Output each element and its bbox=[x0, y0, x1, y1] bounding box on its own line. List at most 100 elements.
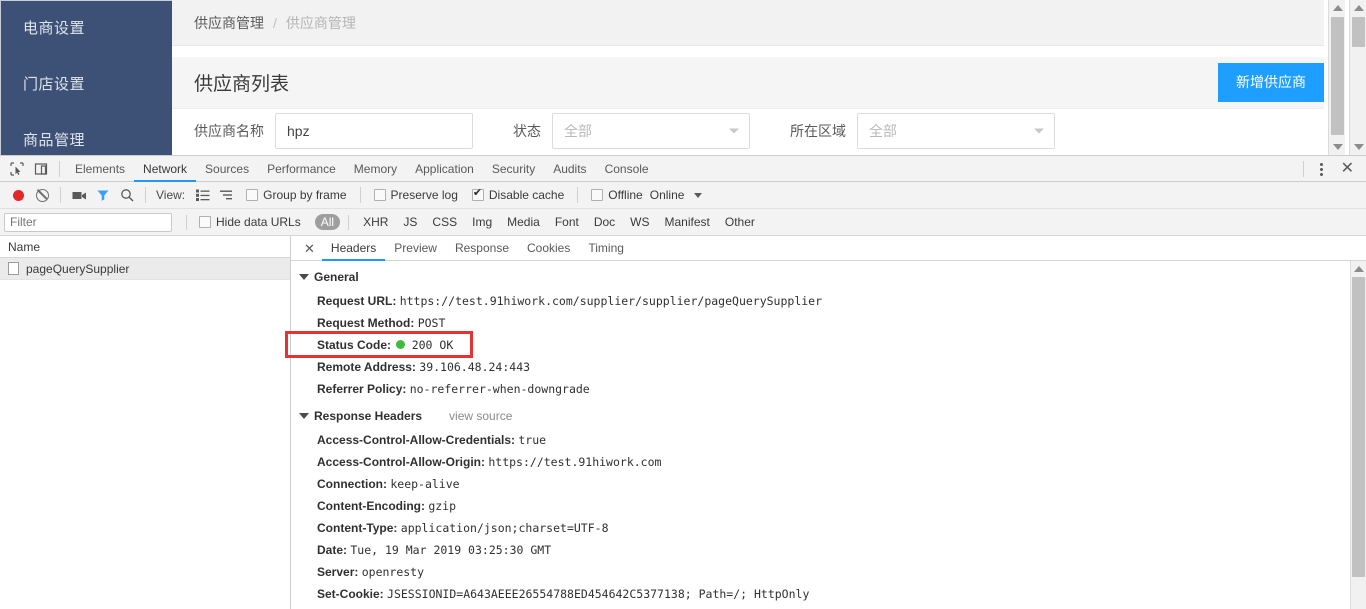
type-filter-other[interactable]: Other bbox=[719, 214, 761, 230]
header-value: true bbox=[518, 433, 547, 447]
tab-headers[interactable]: Headers bbox=[322, 236, 385, 261]
record-button-icon[interactable] bbox=[6, 183, 30, 207]
tab-timing[interactable]: Timing bbox=[579, 236, 633, 261]
type-filter-all[interactable]: All bbox=[314, 214, 341, 230]
header-value: no-referrer-when-downgrade bbox=[409, 382, 590, 396]
headers-pane-scrollbar[interactable] bbox=[1350, 261, 1366, 609]
scroll-down-arrow-icon[interactable] bbox=[1354, 144, 1364, 150]
header-value[interactable]: https://test.91hiwork.com/supplier/suppl… bbox=[400, 294, 822, 308]
type-filter-font[interactable]: Font bbox=[549, 214, 585, 230]
throttling-online-value[interactable]: Online bbox=[650, 188, 685, 202]
checkbox-box[interactable] bbox=[246, 189, 259, 201]
divider bbox=[60, 187, 61, 203]
panel-header: 供应商列表 新增供应商 bbox=[172, 57, 1324, 109]
sidebar-item-product-management[interactable]: 商品管理 bbox=[1, 113, 172, 155]
header-key: Content-Type: bbox=[317, 521, 398, 535]
chevron-down-icon[interactable] bbox=[694, 192, 703, 198]
type-filter-css[interactable]: CSS bbox=[426, 214, 463, 230]
close-detail-icon[interactable]: ✕ bbox=[297, 242, 322, 255]
status-ok-indicator-icon bbox=[396, 340, 406, 349]
header-entry-referrer-policy: Referrer Policy: no-referrer-when-downgr… bbox=[291, 378, 1366, 400]
tab-security[interactable]: Security bbox=[483, 156, 544, 182]
type-filter-xhr[interactable]: XHR bbox=[357, 214, 394, 230]
region-select[interactable]: 全部 bbox=[857, 113, 1055, 149]
tab-preview[interactable]: Preview bbox=[385, 236, 446, 261]
type-filter-doc[interactable]: Doc bbox=[588, 214, 621, 230]
inspect-element-icon[interactable] bbox=[5, 157, 29, 181]
tab-audits[interactable]: Audits bbox=[544, 156, 595, 182]
browser-scrollbar[interactable] bbox=[1349, 0, 1366, 155]
scroll-up-arrow-icon[interactable] bbox=[1333, 5, 1343, 11]
group-by-frame-checkbox[interactable]: Group by frame bbox=[246, 188, 347, 202]
tab-memory[interactable]: Memory bbox=[345, 156, 406, 182]
general-section-header[interactable]: General bbox=[291, 270, 1366, 284]
status-select-value: 全部 bbox=[564, 123, 592, 139]
devtools-tabbar-actions: ✕ bbox=[1297, 156, 1362, 182]
divider bbox=[1302, 161, 1304, 177]
toggle-device-toolbar-icon[interactable] bbox=[29, 157, 53, 181]
header-value: https://test.91hiwork.com bbox=[488, 455, 662, 469]
header-key: Request Method: bbox=[317, 316, 415, 330]
divider bbox=[348, 214, 350, 230]
view-source-link[interactable]: view source bbox=[449, 409, 512, 423]
scroll-down-arrow-icon[interactable] bbox=[1333, 144, 1343, 150]
header-value: 39.106.48.24:443 bbox=[419, 360, 531, 374]
page-title: 供应商列表 bbox=[194, 74, 290, 95]
type-filter-ws[interactable]: WS bbox=[624, 214, 655, 230]
clear-requests-icon[interactable] bbox=[30, 183, 54, 207]
divider bbox=[186, 214, 187, 230]
header-entry-remote-address: Remote Address: 39.106.48.24:443 bbox=[291, 356, 1366, 378]
requests-column-header[interactable]: Name bbox=[0, 236, 290, 258]
list-view-icon[interactable] bbox=[191, 183, 215, 207]
checkbox-box[interactable] bbox=[373, 189, 386, 201]
status-select[interactable]: 全部 bbox=[552, 113, 750, 149]
preserve-log-checkbox[interactable]: Preserve log bbox=[373, 188, 458, 202]
scroll-up-arrow-icon[interactable] bbox=[1354, 266, 1364, 272]
web-page-viewport: 电商设置 门店设置 商品管理 供应商管理 / 供应商管理 供应商列表 新增供应商… bbox=[0, 0, 1366, 155]
app-sidebar: 电商设置 门店设置 商品管理 bbox=[0, 0, 172, 155]
header-entry-date: Date: Tue, 19 Mar 2019 03:25:30 GMT bbox=[291, 539, 1366, 561]
scrollbar-thumb[interactable] bbox=[1331, 17, 1344, 135]
tab-console[interactable]: Console bbox=[596, 156, 658, 182]
disable-cache-checkbox[interactable]: Disable cache bbox=[471, 187, 564, 202]
type-filter-img[interactable]: Img bbox=[466, 214, 498, 230]
triangle-down-icon[interactable] bbox=[299, 413, 309, 419]
filter-input[interactable] bbox=[4, 212, 172, 232]
search-icon[interactable] bbox=[115, 183, 139, 207]
tab-cookies[interactable]: Cookies bbox=[518, 236, 579, 261]
scroll-up-arrow-icon[interactable] bbox=[1354, 5, 1364, 11]
type-filter-js[interactable]: JS bbox=[397, 214, 423, 230]
add-supplier-button[interactable]: 新增供应商 bbox=[1218, 63, 1324, 102]
network-filter-bar: Hide data URLs All XHR JS CSS Img Media … bbox=[0, 209, 1366, 236]
tab-application[interactable]: Application bbox=[406, 156, 483, 182]
capture-screenshots-icon[interactable] bbox=[67, 183, 91, 207]
sidebar-item-store-settings[interactable]: 门店设置 bbox=[1, 57, 172, 113]
tab-response[interactable]: Response bbox=[446, 236, 518, 261]
table-row[interactable]: pageQuerySupplier bbox=[0, 258, 290, 280]
sidebar-item-ecommerce-settings[interactable]: 电商设置 bbox=[1, 1, 172, 57]
tab-network[interactable]: Network bbox=[134, 156, 196, 182]
scrollbar-thumb[interactable] bbox=[1352, 17, 1365, 47]
general-section-label: General bbox=[314, 270, 359, 284]
response-headers-section-header[interactable]: Response Headers view source bbox=[291, 409, 1366, 423]
tab-elements[interactable]: Elements bbox=[66, 156, 134, 182]
waterfall-view-icon[interactable] bbox=[215, 183, 239, 207]
hide-data-urls-checkbox[interactable]: Hide data URLs bbox=[199, 215, 301, 229]
filter-funnel-icon[interactable] bbox=[91, 183, 115, 207]
type-filter-manifest[interactable]: Manifest bbox=[659, 214, 716, 230]
breadcrumb-parent[interactable]: 供应商管理 bbox=[194, 13, 264, 33]
header-value: keep-alive bbox=[390, 477, 460, 491]
close-devtools-icon[interactable]: ✕ bbox=[1333, 161, 1362, 177]
scrollbar-thumb[interactable] bbox=[1352, 277, 1365, 577]
checkbox-box[interactable] bbox=[591, 189, 604, 201]
offline-checkbox[interactable]: Offline bbox=[591, 188, 643, 202]
tab-performance[interactable]: Performance bbox=[258, 156, 345, 182]
triangle-down-icon[interactable] bbox=[299, 274, 309, 280]
checkbox-box[interactable] bbox=[199, 216, 211, 228]
checkbox-box[interactable] bbox=[471, 187, 484, 201]
supplier-name-input[interactable] bbox=[275, 113, 473, 149]
more-options-icon[interactable] bbox=[1312, 162, 1331, 176]
tab-sources[interactable]: Sources bbox=[196, 156, 258, 182]
inner-page-scrollbar[interactable] bbox=[1328, 0, 1345, 155]
type-filter-media[interactable]: Media bbox=[501, 214, 546, 230]
